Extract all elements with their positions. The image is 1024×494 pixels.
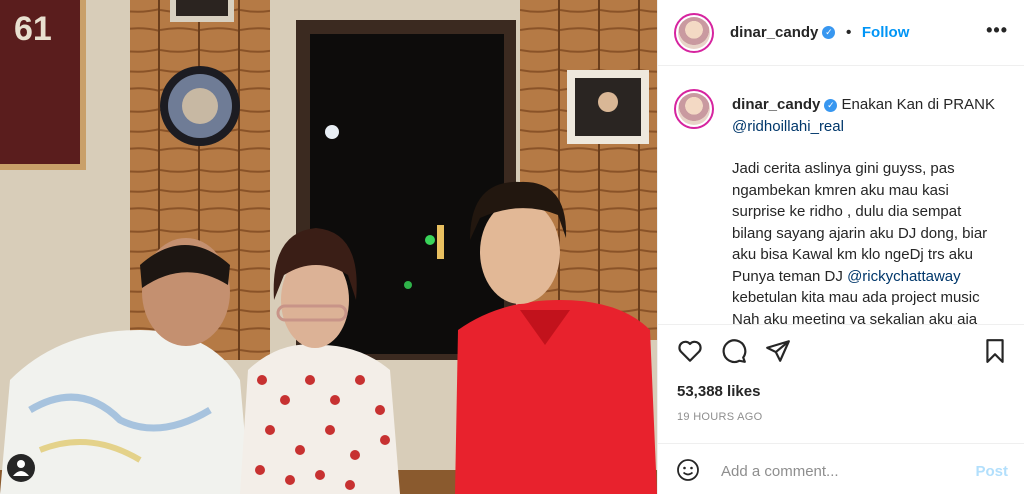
action-bar [658,324,1024,378]
caption-avatar[interactable] [674,89,714,129]
heart-icon[interactable] [677,338,703,364]
share-icon[interactable] [765,338,791,364]
follow-button[interactable]: Follow [862,24,910,41]
bookmark-icon[interactable] [982,338,1008,364]
post-photo[interactable]: 61 [0,0,657,494]
user-tag-icon[interactable] [7,454,35,482]
caption-body-2: kebetulan kita mau ada project music Nah… [732,289,980,324]
post-timestamp[interactable]: 19 HOURS AGO [677,411,763,423]
caption-area: dinar_candy ✓ Enakan Kan di PRANK @ridhoi… [658,66,1024,324]
comment-icon[interactable] [721,338,747,364]
mention-link-2[interactable]: @rickychattaway [847,268,961,285]
comment-input[interactable]: Add a comment... [721,463,839,480]
caption-text: dinar_candy ✓ Enakan Kan di PRANK @ridhoi… [732,94,1004,324]
post-header: dinar_candy ✓ • Follow ••• [658,0,1024,66]
username-link[interactable]: dinar_candy [730,24,818,41]
avatar[interactable] [674,13,714,53]
caption-username[interactable]: dinar_candy [732,96,820,113]
svg-text:61: 61 [14,10,52,48]
post-comment-button[interactable]: Post [975,463,1008,480]
mention-link[interactable]: @ridhoillahi_real [732,118,844,135]
caption-body: Jadi cerita aslinya gini guyss, pas ngam… [732,160,988,285]
caption-title: Enakan Kan di PRANK [841,96,995,113]
separator-dot: • [845,24,852,41]
header-user-row: dinar_candy ✓ • Follow [730,24,909,42]
emoji-icon[interactable] [676,458,700,482]
photo-scene: 61 [0,0,657,494]
likes-count[interactable]: 53,388 likes [677,383,760,400]
verified-icon: ✓ [824,98,838,112]
verified-icon: ✓ [822,26,836,40]
post-side-panel: dinar_candy ✓ • Follow ••• dinar_candy ✓ E… [657,0,1024,494]
comment-bar: Add a comment... Post [658,443,1024,494]
more-options-button[interactable]: ••• [986,20,1008,41]
